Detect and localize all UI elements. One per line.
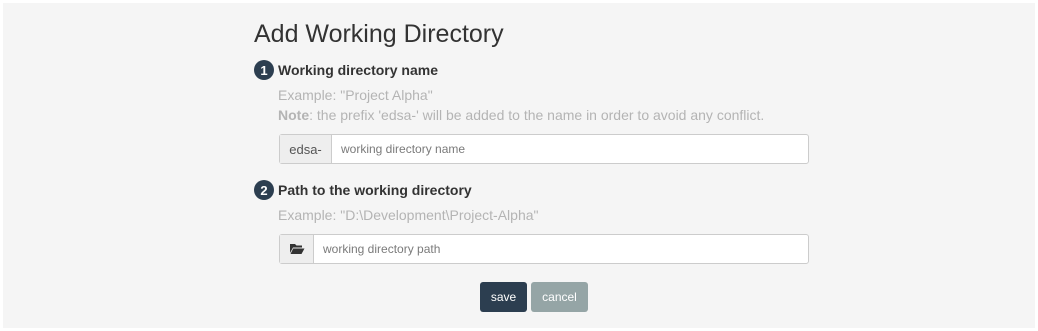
step-2-title: Path to the working directory [278, 182, 472, 198]
step-1-number: 1 [254, 60, 274, 80]
page-title: Add Working Directory [254, 20, 504, 48]
step-1-header: 1 Working directory name [254, 60, 438, 80]
step-2-header: 2 Path to the working directory [254, 180, 472, 200]
folder-open-icon-addon[interactable] [280, 235, 314, 263]
save-button[interactable]: save [480, 282, 527, 312]
folder-open-icon [289, 244, 304, 254]
directory-path-input-group [279, 234, 809, 264]
cancel-button[interactable]: cancel [531, 282, 588, 312]
step-1-title: Working directory name [278, 62, 439, 78]
name-prefix-addon: edsa- [280, 135, 332, 163]
directory-name-input-group: edsa- [279, 134, 809, 164]
step-2-example: Example: "D:\Development\Project-Alpha" [278, 207, 539, 223]
step-2-number: 2 [254, 180, 274, 200]
form-panel: Add Working Directory 1 Working director… [3, 3, 1035, 328]
directory-name-input[interactable] [332, 135, 808, 163]
note-text: : the prefix 'edsa-' will be added to th… [309, 107, 765, 123]
note-label: Note [278, 107, 310, 123]
directory-path-input[interactable] [314, 235, 808, 263]
step-1-example: Example: "Project Alpha" [278, 87, 433, 103]
step-1-note: Note: the prefix 'edsa-' will be added t… [278, 107, 764, 123]
